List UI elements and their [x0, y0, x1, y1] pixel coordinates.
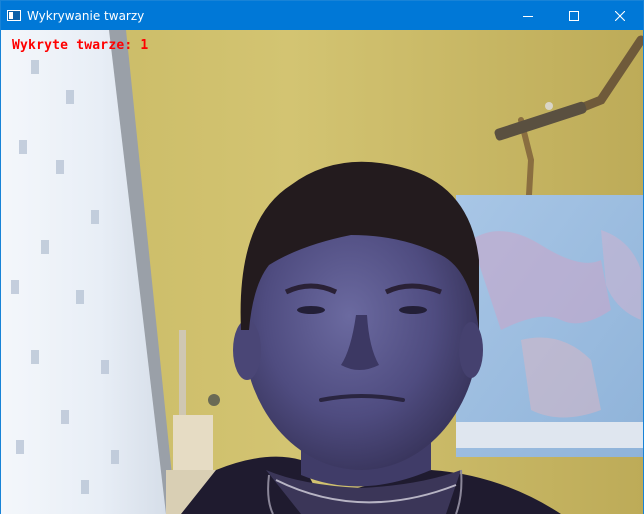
- faces-detected-label: Wykryte twarze: 1: [12, 38, 149, 53]
- close-button[interactable]: [597, 1, 643, 30]
- app-window: Wykrywanie twarzy Wykryte twarze: 1: [0, 0, 644, 514]
- minimize-button[interactable]: [505, 1, 551, 30]
- map-poster: [456, 195, 643, 457]
- window-title: Wykrywanie twarzy: [27, 8, 145, 23]
- title-bar[interactable]: Wykrywanie twarzy: [1, 1, 643, 30]
- window-controls: [505, 1, 643, 30]
- minimize-icon: [523, 15, 533, 17]
- close-icon: [615, 10, 625, 21]
- camera-feed: Wykryte twarze: 1: [1, 30, 643, 514]
- maximize-icon: [569, 10, 579, 21]
- app-window-icon: [7, 10, 21, 21]
- maximize-button[interactable]: [551, 1, 597, 30]
- webcam-frame: [1, 30, 643, 514]
